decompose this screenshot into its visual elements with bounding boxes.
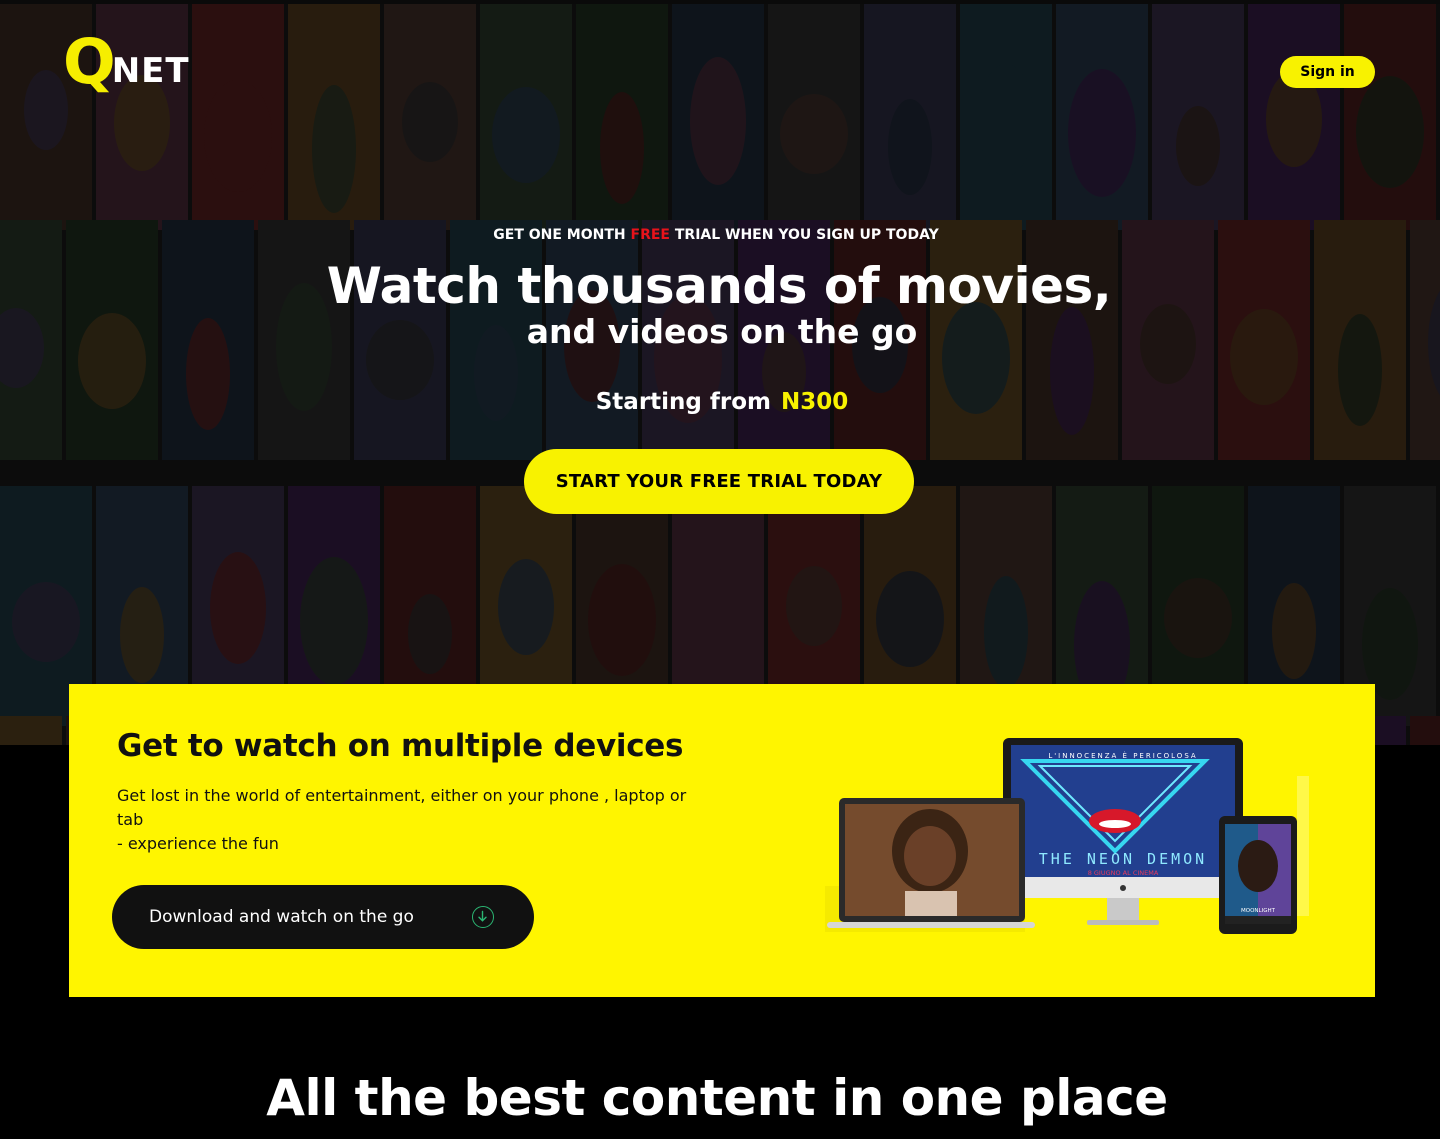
best-content-heading: All the best content in one place [266, 1069, 1168, 1127]
hero-section [0, 0, 1440, 745]
logo-q: Q [63, 25, 116, 98]
imac-poster-title: THE NEON DEMON [1039, 850, 1207, 868]
devices-card-title: Get to watch on multiple devices [117, 728, 684, 764]
multiple-devices-card: Get to watch on multiple devices Get los… [69, 684, 1375, 997]
qnet-logo[interactable]: Q NET [63, 25, 190, 98]
starting-price: Starting from N300 [0, 386, 1440, 418]
sign-in-button[interactable]: Sign in [1280, 56, 1375, 88]
start-free-trial-button[interactable]: START YOUR FREE TRIAL TODAY [524, 449, 914, 514]
download-button-label: Download and watch on the go [149, 907, 414, 927]
price-prefix: Starting from [595, 389, 771, 415]
arrow-down-circle-icon [472, 906, 494, 928]
eyebrow-free-highlight: FREE [630, 227, 670, 243]
devices-description-line2: - experience the fun [117, 834, 279, 853]
logo-net: NET [111, 51, 190, 91]
devices-description-line1: Get lost in the world of entertainment, … [117, 786, 687, 829]
download-watch-button[interactable]: Download and watch on the go [112, 885, 534, 949]
tablet-device: MOONLIGHT [1219, 816, 1297, 934]
tablet-poster-title: MOONLIGHT [1241, 908, 1276, 914]
top-strip [0, 0, 1440, 4]
price-value: N300 [781, 389, 849, 415]
imac-poster-tagline: L'INNOCENZA È PERICOLOSA [1048, 751, 1197, 760]
hero-headline: Watch thousands of movies, [326, 257, 1112, 315]
eyebrow-text-after: TRIAL WHEN YOU SIGN UP TODAY [669, 227, 939, 243]
hero-subheadline: and videos on the go [526, 312, 918, 351]
hero-overlay [0, 0, 1440, 745]
devices-illustration: L'INNOCENZA È PERICOLOSA THE NEON DEMON … [825, 738, 1309, 934]
imac-device: L'INNOCENZA È PERICOLOSA THE NEON DEMON … [1003, 738, 1243, 925]
devices-card-description: Get lost in the world of entertainment, … [117, 784, 697, 856]
laptop-device [827, 798, 1035, 928]
imac-poster-date: 8 GIUGNO AL CINEMA [1088, 869, 1159, 877]
free-trial-eyebrow: GET ONE MONTH FREE TRIAL WHEN YOU SIGN U… [0, 227, 1432, 243]
eyebrow-text-before: GET ONE MONTH [493, 227, 631, 243]
